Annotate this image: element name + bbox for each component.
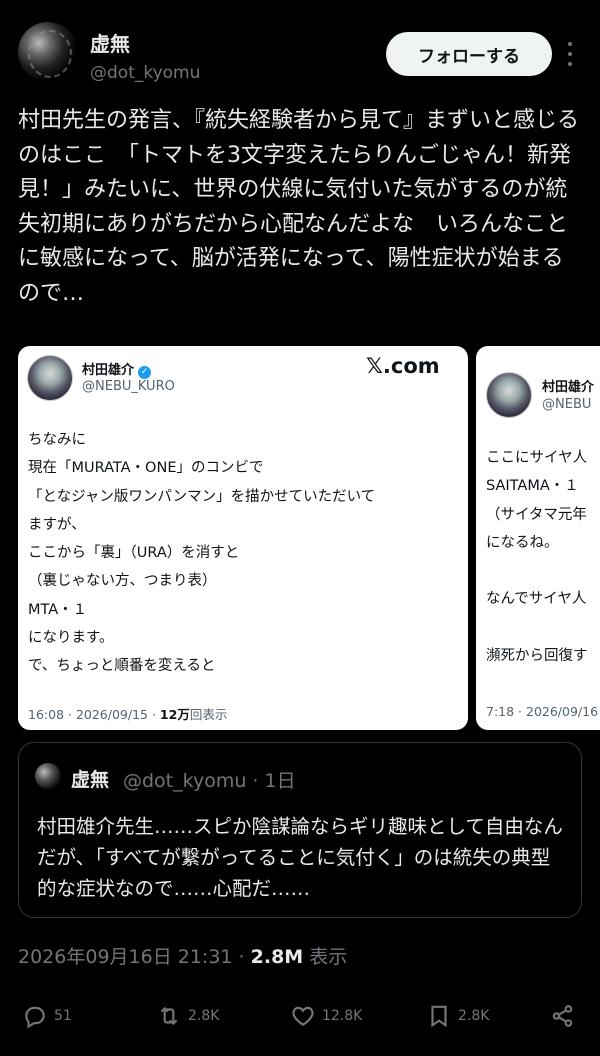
bookmark-button[interactable]: 2.8K	[426, 996, 489, 1036]
quote-text: 村田雄介先生……スピか陰謀論ならギリ趣味として自由なんだが、「すべてが繋がってる…	[37, 815, 563, 900]
tweet-header: 虚無 @dot_kyomu フォローする	[0, 0, 600, 96]
author-avatar[interactable]	[18, 22, 78, 82]
author-display-name[interactable]: 虚無	[90, 28, 130, 57]
bookmark-count: 2.8K	[458, 1008, 490, 1024]
card-author-handle: @NEBU_KURO	[82, 379, 175, 394]
reply-count: 51	[54, 1008, 72, 1024]
action-bar: 51 2.8K 12.8K 2.8K	[0, 996, 600, 1036]
card-avatar	[27, 355, 73, 401]
embedded-image-card[interactable]: 村田雄介 @NEBU ここにサイヤ人 SAITAMA・１ （サイタマ元年 になる…	[476, 346, 600, 730]
share-button[interactable]	[550, 996, 576, 1036]
reply-button[interactable]: 51	[22, 996, 72, 1036]
tweet-meta: 2026年09月16日 21:31 · 2.8M 表示	[18, 946, 348, 968]
view-count: 2.8M	[250, 946, 304, 968]
card-timestamp: 16:08 · 2026/09/15 · 12万回表示	[28, 707, 228, 722]
follow-button[interactable]: フォローする	[386, 32, 552, 76]
repost-button[interactable]: 2.8K	[156, 996, 219, 1036]
tweet-datetime[interactable]: 2026年09月16日 21:31 ·	[18, 946, 251, 968]
x-logo-icon: 𝕏.com	[366, 354, 440, 378]
more-options-icon[interactable]	[564, 42, 576, 66]
like-count: 12.8K	[322, 1008, 363, 1024]
embedded-image-card[interactable]: 村田雄介 ✓ @NEBU_KURO 𝕏.com ちなみに 現在「MURATA・ON…	[18, 346, 468, 730]
card-timestamp: 7:18 · 2026/09/16	[486, 704, 599, 719]
quote-author-avatar	[35, 763, 61, 789]
tweet-text: 村田先生の発言、『統失経験者から見て』まずいと感じるのはここ 「トマトを3文字変…	[18, 108, 580, 306]
card-author-name: 村田雄介 ✓	[82, 359, 152, 379]
heart-icon	[292, 1006, 314, 1026]
quote-author-name: 虚無	[71, 769, 110, 791]
card-body-text: ここにサイヤ人 SAITAMA・１ （サイタマ元年 になるね。 なんでサイヤ人 …	[486, 450, 588, 665]
repost-count: 2.8K	[188, 1008, 220, 1024]
bookmark-icon	[431, 1005, 447, 1028]
verified-badge-icon: ✓	[138, 366, 152, 379]
repost-icon	[160, 1006, 178, 1026]
card-author-name: 村田雄介	[542, 380, 595, 395]
author-handle[interactable]: @dot_kyomu	[90, 63, 200, 83]
like-button[interactable]: 12.8K	[290, 996, 362, 1036]
share-icon	[552, 1005, 573, 1027]
reply-icon	[25, 1006, 45, 1029]
card-body-text: ちなみに 現在「MURATA・ONE」のコンビで 「となジャン版ワンパンマン」を…	[28, 432, 376, 675]
card-author-handle: @NEBU	[542, 397, 592, 412]
quoted-tweet[interactable]: 虚無 @dot_kyomu · 1日 村田雄介先生……スピか陰謀論ならギリ趣味と…	[18, 742, 582, 918]
quote-author-handle: @dot_kyomu · 1日	[123, 770, 296, 792]
card-avatar	[486, 372, 532, 418]
